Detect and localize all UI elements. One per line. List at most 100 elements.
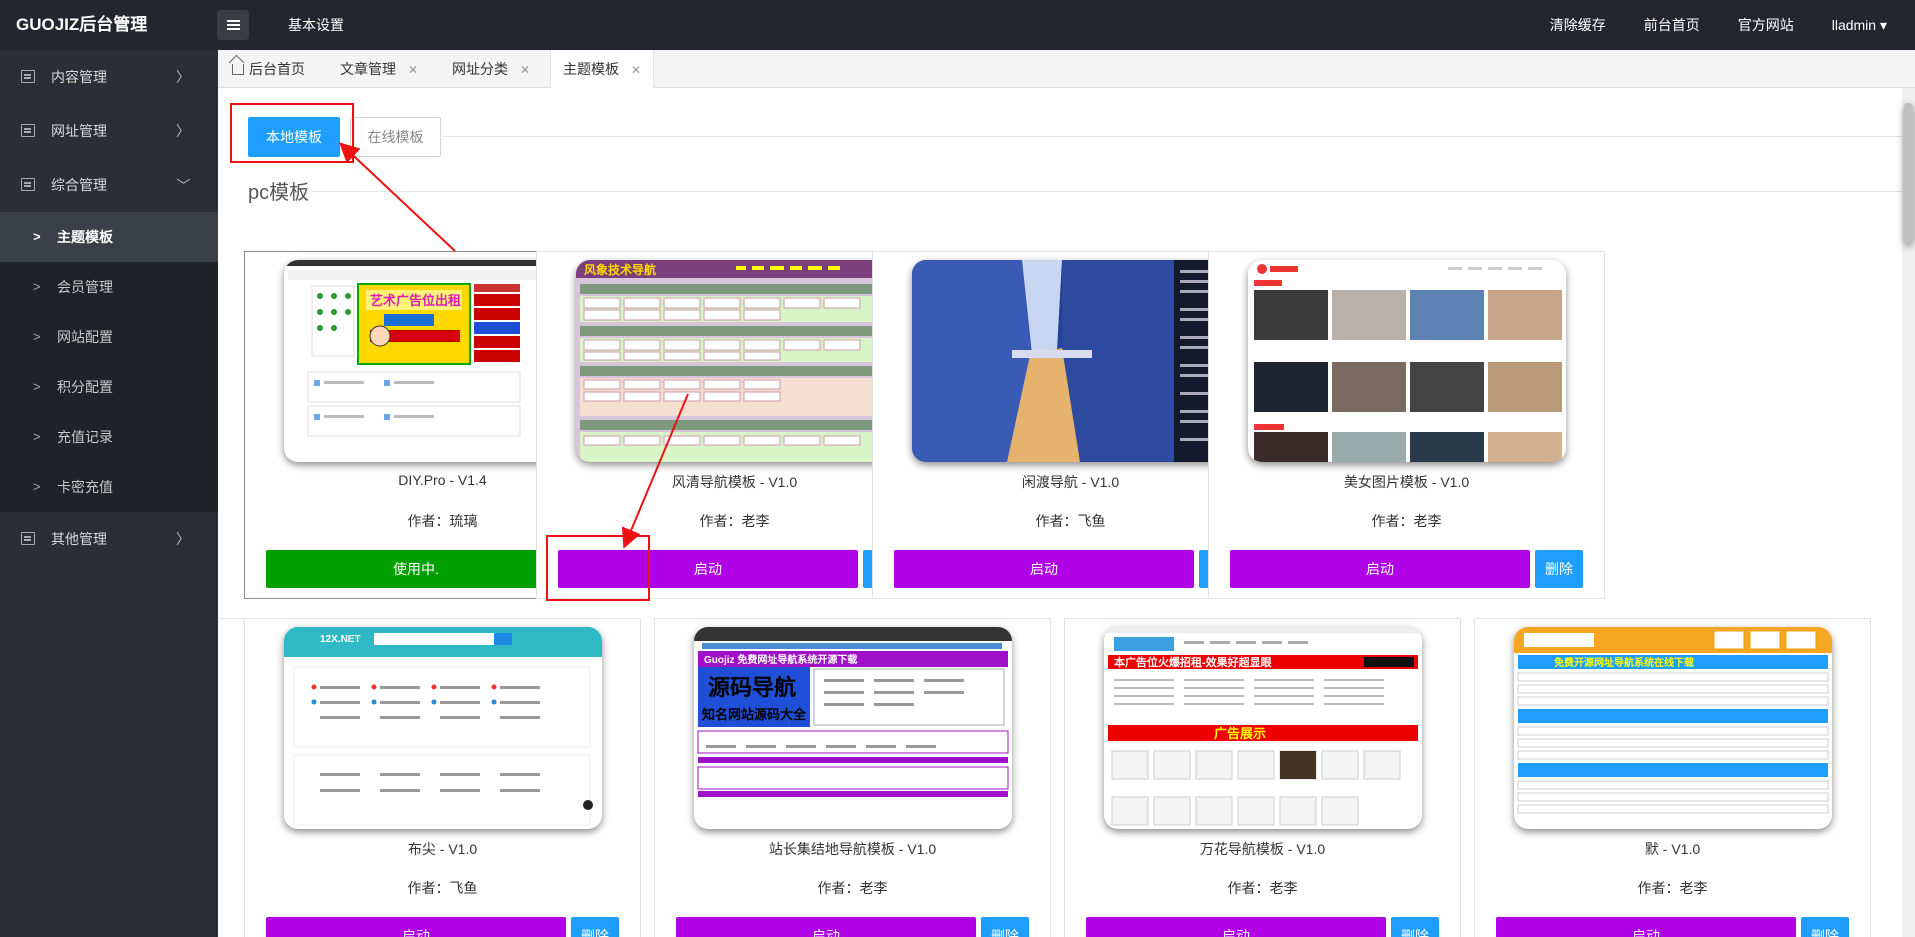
close-icon[interactable]: ✕ bbox=[631, 63, 641, 77]
chevron-right-icon: > bbox=[33, 279, 41, 294]
close-icon[interactable]: ✕ bbox=[408, 63, 418, 77]
scrollbar-thumb[interactable] bbox=[1904, 103, 1913, 243]
svg-text:艺术广告位出租: 艺术广告位出租 bbox=[370, 293, 461, 308]
top-header: GUOJIZ后台管理 基本设置 清除缓存 前台首页 官方网站 lladmin ▾ bbox=[0, 0, 1915, 50]
template-card: 免费开源网址导航系统在线下载 默 - V1.0 作者：老李 启动 删除 bbox=[1474, 618, 1871, 937]
tab-url-categories[interactable]: 网址分类 ✕ bbox=[452, 50, 530, 88]
document-icon bbox=[21, 70, 35, 83]
thumb-title: 12X.NET bbox=[320, 634, 361, 645]
template-card: Guojiz 免费网址导航系统开源下载 源码导航 知名网站源码大全 站长集结地导… bbox=[654, 618, 1051, 937]
tab-themes[interactable]: 主题模板 ✕ bbox=[550, 50, 655, 89]
template-name: 站长集结地导航模板 - V1.0 bbox=[768, 841, 937, 857]
thumb-show: 广告展示 bbox=[1214, 726, 1266, 741]
sidebar-group-urls[interactable]: 网址管理 〉 bbox=[0, 104, 218, 158]
sidebar-item-members[interactable]: > 会员管理 bbox=[0, 262, 218, 312]
document-icon bbox=[21, 124, 35, 137]
local-templates-tab[interactable]: 本地模板 bbox=[248, 117, 340, 157]
chevron-right-icon: > bbox=[33, 429, 41, 444]
sidebar-group-label: 网址管理 bbox=[51, 123, 107, 139]
start-button[interactable]: 启动 bbox=[1230, 550, 1530, 588]
template-author: 作者：老李 bbox=[1637, 880, 1708, 896]
sidebar-group-other[interactable]: 其他管理 〉 bbox=[0, 512, 218, 566]
template-thumbnail: 风象技术导航 bbox=[576, 260, 894, 462]
chevron-right-icon: 〉 bbox=[176, 531, 190, 547]
template-name: 美女图片模板 - V1.0 bbox=[1343, 474, 1470, 490]
thumb-title: 风象技术导航 bbox=[584, 262, 656, 277]
sidebar-group-content[interactable]: 内容管理 〉 bbox=[0, 50, 218, 104]
chevron-right-icon: > bbox=[33, 479, 41, 494]
thumb-banner: 免费开源网址导航系统在线下载 bbox=[1554, 656, 1694, 669]
vertical-scrollbar[interactable] bbox=[1902, 88, 1915, 937]
template-thumbnail bbox=[1248, 260, 1566, 462]
sidebar-item-label: 积分配置 bbox=[57, 379, 113, 395]
start-button[interactable]: 启动 bbox=[1496, 917, 1796, 937]
template-author: 作者：老李 bbox=[1371, 513, 1442, 529]
official-site-link[interactable]: 官方网站 bbox=[1738, 0, 1794, 50]
template-author: 作者：飞鱼 bbox=[407, 880, 478, 896]
divider bbox=[442, 136, 1902, 137]
clear-cache-link[interactable]: 清除缓存 bbox=[1550, 0, 1606, 50]
chevron-right-icon: 〉 bbox=[176, 69, 190, 85]
sidebar-group-label: 综合管理 bbox=[51, 177, 107, 193]
start-button[interactable]: 启动 bbox=[1086, 917, 1386, 937]
tab-label: 文章管理 bbox=[340, 61, 396, 77]
sidebar: 内容管理 〉 网址管理 〉 综合管理 〉 > 主题模板 > 会员管理 > 网站配… bbox=[0, 50, 218, 937]
close-icon[interactable]: ✕ bbox=[520, 63, 530, 77]
tab-label: 网址分类 bbox=[452, 61, 508, 77]
template-thumbnail: Guojiz 免费网址导航系统开源下载 源码导航 知名网站源码大全 bbox=[694, 627, 1012, 829]
divider bbox=[311, 191, 1902, 192]
sidebar-sub-list: > 主题模板 > 会员管理 > 网站配置 > 积分配置 > 充值记录 > 卡密充… bbox=[0, 212, 218, 512]
sidebar-item-points-config[interactable]: > 积分配置 bbox=[0, 362, 218, 412]
sidebar-item-themes[interactable]: > 主题模板 bbox=[0, 212, 218, 262]
start-button[interactable]: 启动 bbox=[266, 917, 566, 937]
delete-button[interactable]: 删除 bbox=[981, 917, 1029, 937]
tab-label: 主题模板 bbox=[563, 61, 619, 77]
delete-button[interactable]: 删除 bbox=[1535, 550, 1583, 588]
user-menu[interactable]: lladmin ▾ bbox=[1832, 0, 1887, 50]
sidebar-item-card-recharge[interactable]: > 卡密充值 bbox=[0, 462, 218, 512]
frontend-home-link[interactable]: 前台首页 bbox=[1644, 0, 1700, 50]
tab-dashboard[interactable]: 后台首页 bbox=[232, 50, 305, 88]
template-thumbnail: 本广告位火爆招租-效果好超显眼 广告展示 bbox=[1104, 627, 1422, 829]
sidebar-item-label: 卡密充值 bbox=[57, 479, 113, 495]
section-title: pc模板 bbox=[248, 182, 310, 204]
menu-toggle-icon[interactable] bbox=[217, 10, 249, 40]
template-thumbnail: 12X.NET bbox=[284, 627, 602, 829]
chevron-right-icon: 〉 bbox=[176, 123, 190, 139]
chevron-down-icon: 〉 bbox=[175, 178, 191, 192]
delete-button[interactable]: 删除 bbox=[571, 917, 619, 937]
start-button[interactable]: 启动 bbox=[676, 917, 976, 937]
chevron-right-icon: > bbox=[33, 229, 41, 244]
template-name: 布尖 - V1.0 bbox=[407, 841, 478, 857]
sidebar-item-label: 主题模板 bbox=[57, 229, 113, 245]
sidebar-item-label: 网站配置 bbox=[57, 329, 113, 345]
online-templates-tab[interactable]: 在线模板 bbox=[350, 117, 441, 157]
template-thumbnail bbox=[912, 260, 1230, 462]
tab-articles[interactable]: 文章管理 ✕ bbox=[340, 50, 418, 88]
template-thumbnail: 免费开源网址导航系统在线下载 bbox=[1514, 627, 1832, 829]
sidebar-item-recharge-records[interactable]: > 充值记录 bbox=[0, 412, 218, 462]
document-icon bbox=[21, 532, 35, 545]
template-card: 本广告位火爆招租-效果好超显眼 广告展示 万花导航模板 - V1.0 作者：老李… bbox=[1064, 618, 1461, 937]
thumb-banner: 本广告位火爆招租-效果好超显眼 bbox=[1114, 655, 1272, 669]
in-use-button[interactable]: 使用中. bbox=[266, 550, 566, 588]
delete-button[interactable]: 删除 bbox=[1391, 917, 1439, 937]
sidebar-item-site-config[interactable]: > 网站配置 bbox=[0, 312, 218, 362]
delete-button[interactable]: 删除 bbox=[1801, 917, 1849, 937]
sidebar-group-general[interactable]: 综合管理 〉 bbox=[0, 158, 218, 212]
start-button[interactable]: 启动 bbox=[894, 550, 1194, 588]
start-button[interactable]: 启动 bbox=[558, 550, 858, 588]
home-icon bbox=[232, 64, 244, 75]
sidebar-group-label: 其他管理 bbox=[51, 531, 107, 547]
template-author: 作者：老李 bbox=[1227, 880, 1298, 896]
sidebar-item-label: 会员管理 bbox=[57, 279, 113, 295]
chevron-right-icon: > bbox=[33, 329, 41, 344]
sidebar-group-label: 内容管理 bbox=[51, 69, 107, 85]
document-icon bbox=[21, 178, 35, 191]
template-card: 美女图片模板 - V1.0 作者：老李 启动 删除 bbox=[1208, 251, 1605, 599]
tab-bar: 后台首页 文章管理 ✕ 网址分类 ✕ 主题模板 ✕ bbox=[218, 50, 1915, 89]
template-name: 默 - V1.0 bbox=[1644, 841, 1701, 857]
thumb-sub-text: 知名网站源码大全 bbox=[702, 707, 807, 722]
nav-basic-settings[interactable]: 基本设置 bbox=[288, 0, 344, 50]
brand-title: GUOJIZ后台管理 bbox=[16, 15, 148, 34]
